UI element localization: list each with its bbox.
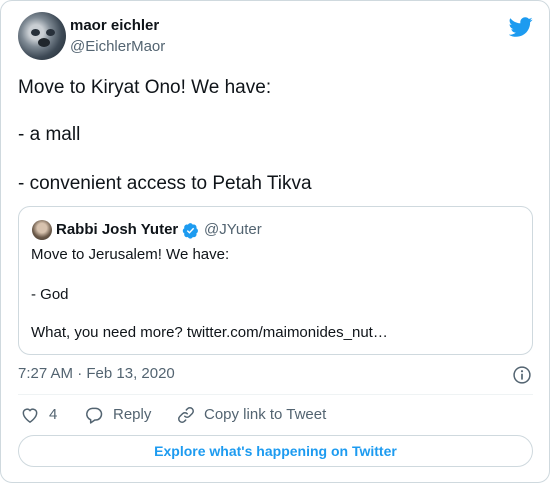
reply-icon[interactable] [84, 405, 104, 425]
tweet-text-line: - convenient access to Petah Tikva [18, 173, 312, 194]
author-name[interactable]: maor eichler [70, 17, 159, 34]
copy-link-button[interactable]: Copy link to Tweet [204, 406, 326, 423]
tweet-embed-card: maor eichler @EichlerMaor Move to Kiryat… [0, 0, 550, 483]
like-count[interactable]: 4 [49, 406, 57, 423]
tweet-text-line: - a mall [18, 124, 81, 145]
quoted-author-handle: @JYuter [204, 221, 262, 238]
info-icon[interactable] [512, 365, 532, 385]
verified-badge-icon [182, 223, 198, 239]
link-icon[interactable] [176, 405, 196, 425]
heart-icon[interactable] [20, 405, 40, 425]
quoted-author-avatar [32, 220, 52, 240]
divider [18, 394, 533, 395]
quoted-text-line: What, you need more? twitter.com/maimoni… [31, 324, 388, 341]
tweet-text-line: Move to Kiryat Ono! We have: [18, 77, 272, 98]
quoted-text-line: Move to Jerusalem! We have: [31, 246, 230, 263]
twitter-logo-icon[interactable] [509, 15, 533, 39]
author-handle[interactable]: @EichlerMaor [70, 38, 165, 55]
quoted-tweet[interactable]: Rabbi Josh Yuter @JYuter Move to Jerusal… [18, 206, 533, 355]
author-avatar[interactable] [18, 12, 66, 60]
quoted-text-line: - God [31, 286, 69, 303]
reply-button[interactable]: Reply [113, 406, 151, 423]
quoted-author-name: Rabbi Josh Yuter [56, 221, 179, 238]
tweet-timestamp[interactable]: 7:27 AM · Feb 13, 2020 [18, 365, 175, 382]
explore-twitter-button[interactable]: Explore what's happening on Twitter [18, 435, 533, 467]
